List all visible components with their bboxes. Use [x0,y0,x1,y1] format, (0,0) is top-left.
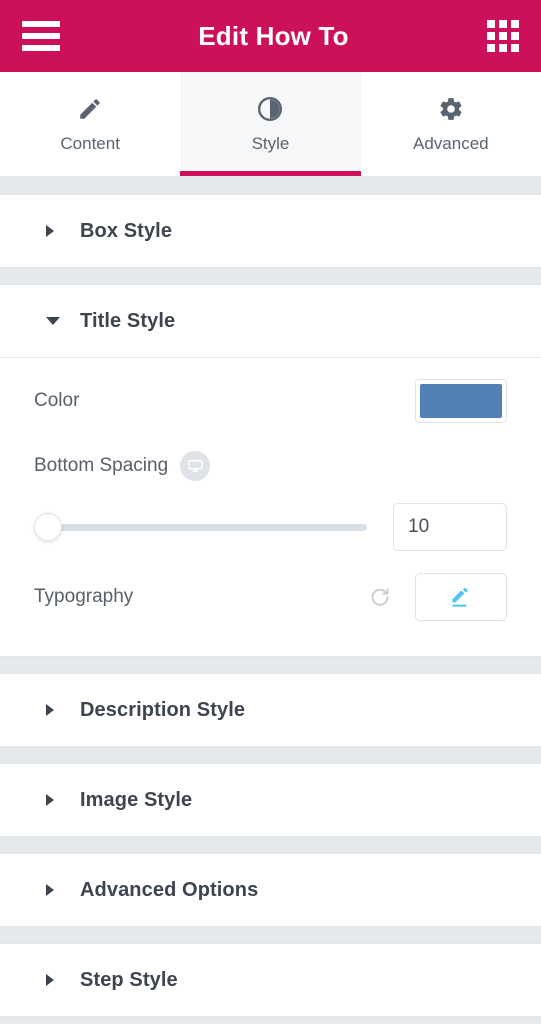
typography-control-row: Typography [34,560,507,634]
chevron-down-icon [46,317,68,325]
bottom-spacing-input[interactable] [393,503,507,551]
color-label: Color [34,390,80,411]
tab-label: Advanced [413,134,489,153]
tab-label: Style [251,134,290,153]
section-divider [0,177,541,195]
section-title: Box Style [80,219,173,242]
chevron-right-icon [46,704,68,716]
typography-edit-button[interactable] [415,573,507,621]
section-advanced-options[interactable]: Advanced Options [0,854,541,926]
chevron-right-icon [46,794,68,806]
grid-cell [487,20,495,28]
pencil-icon [77,94,103,124]
app-header: Edit How To [0,0,541,72]
bottom-spacing-slider[interactable] [34,513,367,541]
grid-cell [499,20,507,28]
page-title: Edit How To [198,20,349,51]
typography-label: Typography [34,586,134,607]
section-divider [0,656,541,674]
bottom-spacing-label-row: Bottom Spacing [34,438,507,494]
chevron-right-icon [46,225,68,237]
contrast-icon [257,94,283,124]
tab-content[interactable]: Content [0,72,181,176]
section-divider [0,926,541,944]
slider-track [34,523,367,531]
gear-icon [438,94,464,124]
section-divider [0,746,541,764]
bottom-spacing-label: Bottom Spacing [34,455,169,476]
hamburger-bar [22,45,60,51]
chevron-right-icon [46,884,68,896]
grid-cell [487,44,495,52]
section-title: Title Style [80,309,176,332]
title-style-body: Color Bottom Spacing 10 Typography [0,357,541,656]
reset-refresh-icon[interactable] [367,584,393,610]
grid-cell [511,20,519,28]
settings-list[interactable]: Box Style Title Style Color Bottom Spaci… [0,177,541,1024]
section-title: Step Style [80,968,178,991]
color-picker-button[interactable] [415,379,507,423]
chevron-right-icon [46,974,68,986]
section-title: Image Style [80,788,193,811]
bottom-spacing-label-group: Bottom Spacing [34,451,211,481]
slider-handle[interactable] [34,513,62,541]
hamburger-bar [22,33,60,39]
section-title: Description Style [80,698,246,721]
tab-style[interactable]: Style [180,72,361,176]
section-title-style[interactable]: Title Style [0,285,541,357]
grid-cell [499,32,507,40]
color-swatch [420,384,502,418]
editor-panel: Edit How To Content Style Advanced Box S… [0,0,541,1024]
tab-bar: Content Style Advanced [0,72,541,177]
tab-advanced[interactable]: Advanced [360,72,541,176]
grid-cell [511,32,519,40]
section-step-style[interactable]: Step Style [0,944,541,1016]
pencil-edit-icon [452,587,468,607]
section-divider [0,267,541,285]
grid-apps-icon[interactable] [487,20,519,52]
section-description-style[interactable]: Description Style [0,674,541,746]
grid-cell [499,44,507,52]
hamburger-menu-icon[interactable] [22,21,60,51]
grid-cell [487,32,495,40]
section-image-style[interactable]: Image Style [0,764,541,836]
grid-cell [511,44,519,52]
desktop-monitor-icon[interactable] [180,451,211,481]
section-title: Advanced Options [80,878,259,901]
typography-controls [367,573,507,621]
section-box-style[interactable]: Box Style [0,195,541,267]
bottom-spacing-slider-row [34,494,507,560]
color-control-row: Color [34,364,507,438]
hamburger-bar [22,21,60,27]
section-divider [0,836,541,854]
section-divider [0,1016,541,1024]
tab-label: Content [60,134,120,153]
